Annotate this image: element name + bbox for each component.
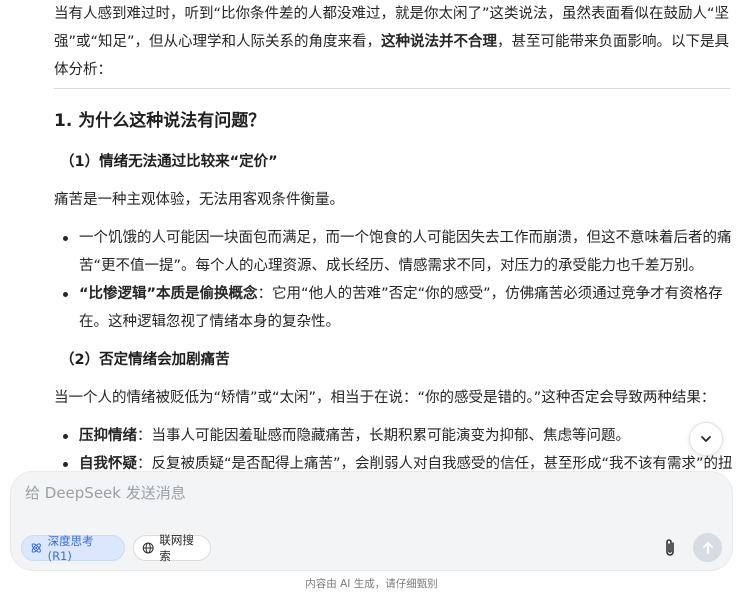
bullet-dot [63,292,68,297]
send-button[interactable] [693,533,722,562]
bullet-list-2: 压抑情绪：当事人可能因羞耻感而隐藏痛苦，长期积累可能演变为抑郁、焦虑等问题。 自… [54,422,734,478]
atom-icon [31,543,41,553]
web-search-label: 联网搜索 [159,533,194,563]
scroll-to-bottom-button[interactable] [689,422,723,456]
divider [54,88,730,89]
deep-think-toggle[interactable]: 深度思考 (R1) [21,534,125,563]
subheading-2: （2）否定情绪会加剧痛苦 [60,352,230,368]
subsection-2-text: 当一个人的情绪被贬低为“矫情”或“太闲”，相当于在说：“你的感受是错的。”这种否… [54,390,716,406]
message-composer: 深度思考 (R1) 联网搜索 [11,472,732,570]
section-heading: 1. 为什么这种说法有问题？ [54,111,266,131]
deep-think-label: 深度思考 (R1) [47,534,94,563]
list-item: 一个饥饿的人可能因一块面包而满足，而一个饱食的人可能因失去工作而崩溃，但这不意味… [54,224,734,280]
bullet-dot [63,434,68,439]
bullet-dot [63,236,68,241]
attach-button[interactable] [659,536,681,560]
bullet-bold: “比惨逻辑”本质是偷换概念 [79,286,258,302]
bullet-bold: 自我怀疑 [79,456,137,472]
subheading-1: （1）情绪无法通过比较来“定价” [60,154,278,170]
list-item: 压抑情绪：当事人可能因羞耻感而隐藏痛苦，长期积累可能演变为抑郁、焦虑等问题。 [54,422,734,450]
bullet-list-1: 一个饥饿的人可能因一块面包而满足，而一个饱食的人可能因失去工作而崩溃，但这不意味… [54,224,734,336]
list-item: “比惨逻辑”本质是偷换概念：它用“他人的苦难”否定“你的感受”，仿佛痛苦必须通过… [54,280,734,336]
arrow-up-icon [702,541,713,554]
bullet-text: ：当事人可能因羞耻感而隐藏痛苦，长期积累可能演变为抑郁、焦虑等问题。 [137,428,630,444]
intro-bold: 这种说法并不合理 [381,34,498,50]
message-input[interactable] [23,478,707,508]
subsection-1-text: 痛苦是一种主观体验，无法用客观条件衡量。 [54,192,344,208]
paperclip-icon [666,539,674,556]
bullet-text: ：反复被质疑“是否配得上痛苦”，会削弱人对自我感受的信任，甚至形成“我不该有需求… [137,456,733,472]
chevron-down-icon [701,436,711,442]
intro-paragraph: 当有人感到难过时，听到“比你条件差的人都没难过，就是你太闲了”这类说法，虽然表面… [54,0,730,84]
bullet-dot [63,462,68,467]
ai-disclaimer: 内容由 AI 生成，请仔细甄别 [305,578,438,590]
bullet-bold: 压抑情绪 [79,428,137,444]
bullet-text: 一个饥饿的人可能因一块面包而满足，而一个饱食的人可能因失去工作而崩溃，但这不意味… [79,230,732,274]
web-search-toggle[interactable]: 联网搜索 [133,533,211,563]
globe-icon [142,542,154,554]
